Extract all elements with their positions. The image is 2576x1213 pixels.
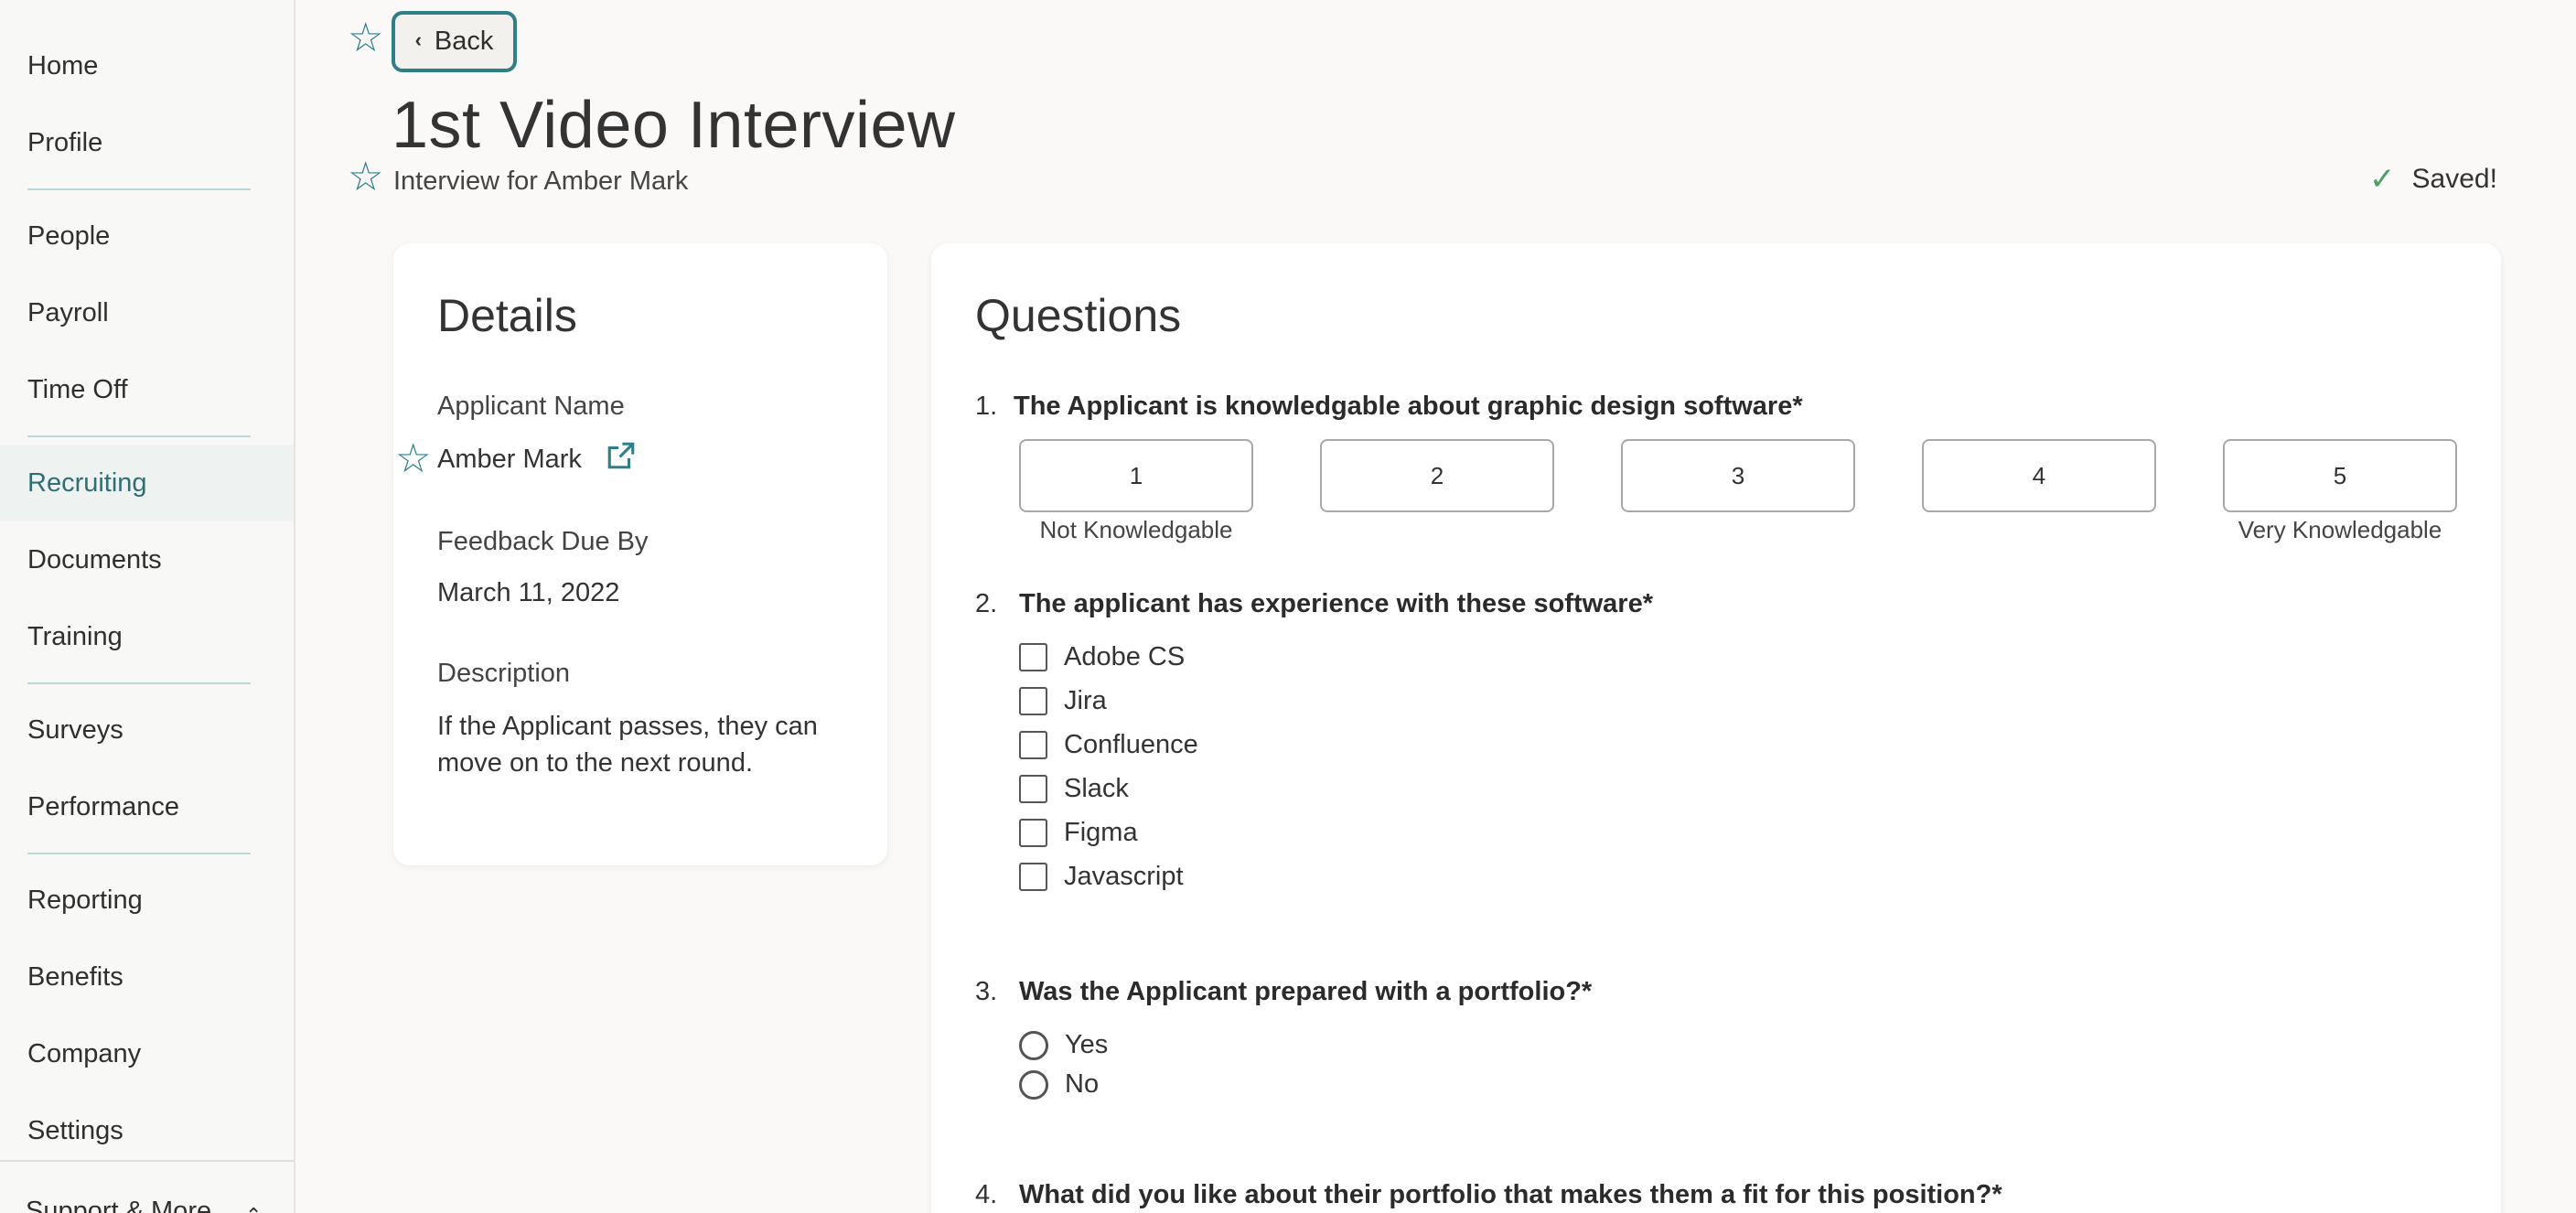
checkbox-option-adobe-cs[interactable]: Adobe CS [1019,642,1185,672]
page-subtitle: Interview for Amber Mark [393,166,689,196]
star-outline-icon: ☆ [395,435,432,482]
option-label: Javascript [1064,862,1184,891]
radio-option-yes[interactable]: Yes [1019,1030,1108,1060]
sidebar-divider [27,853,251,854]
sidebar-item-label: People [27,220,111,251]
details-title: Details [437,290,577,341]
checkbox[interactable] [1019,687,1047,715]
checkbox-option-slack[interactable]: Slack [1019,774,1129,804]
question-number: 4. [975,1180,998,1209]
option-label: Jira [1064,686,1107,715]
questions-card: Questions 1. The Applicant is knowledgab… [931,243,2501,1213]
rating-option-1[interactable]: 1 [1019,439,1253,512]
description-value: If the Applicant passes, they can move o… [437,712,818,778]
sidebar-item-label: Training [27,621,123,651]
saved-label: Saved! [2411,164,2497,194]
feedback-due-value: March 11, 2022 [437,578,620,607]
sidebar-item-performance[interactable]: Performance [0,768,294,845]
question-text: What did you like about their portfolio … [1019,1180,2002,1209]
checkbox-option-javascript[interactable]: Javascript [1019,862,1184,892]
sidebar-item-reporting[interactable]: Reporting [0,862,294,939]
question-number: 2. [975,589,998,618]
details-card: Details Applicant Name Amber Mark Feedba… [393,243,887,865]
rating-option-5[interactable]: 5 [2223,439,2457,512]
rating-option-4[interactable]: 4 [1922,439,2156,512]
feedback-due-label: Feedback Due By [437,527,649,556]
checkbox[interactable] [1019,775,1047,803]
sidebar-item-label: Company [27,1038,142,1068]
saved-status: ✓ Saved! [2369,161,2497,198]
sidebar-divider [27,682,251,684]
checkbox-option-figma[interactable]: Figma [1019,818,1138,848]
option-label: Slack [1064,774,1129,803]
option-label: Adobe CS [1064,642,1186,671]
sidebar-item-label: Recruiting [27,467,147,498]
sidebar-item-payroll[interactable]: Payroll [0,274,294,351]
applicant-name-value: Amber Mark [437,445,582,474]
sidebar-divider [27,435,251,437]
sidebar-item-time-off[interactable]: Time Off [0,351,294,428]
radio-button[interactable] [1019,1069,1048,1100]
support-more-label: Support & More [26,1197,212,1213]
question-number: 3. [975,977,998,1006]
applicant-name-label: Applicant Name [437,392,625,421]
sidebar-divider [27,188,251,190]
chevron-up-icon: ⌃ [245,1204,262,1213]
question-text: The applicant has experience with these … [1019,589,1653,618]
sidebar-item-label: Time Off [27,374,128,404]
option-label: Figma [1064,818,1138,847]
sidebar-item-label: Reporting [27,885,143,915]
checkbox[interactable] [1019,819,1047,847]
sidebar-item-settings[interactable]: Settings [0,1092,294,1169]
external-link-icon[interactable] [606,440,637,471]
checkbox[interactable] [1019,643,1047,671]
sidebar-item-label: Settings [27,1115,123,1145]
sidebar-item-documents[interactable]: Documents [0,521,294,598]
radio-option-no[interactable]: No [1019,1069,1099,1100]
question-text: The Applicant is knowledgable about grap… [1014,392,1803,421]
sidebar-item-label: Documents [27,544,162,574]
checkbox[interactable] [1019,731,1047,759]
sidebar-item-label: Performance [27,791,180,821]
question-number: 1. [975,392,998,421]
rating-option-3[interactable]: 3 [1621,439,1855,512]
sidebar-item-recruiting[interactable]: Recruiting [0,445,294,521]
star-outline-icon: ☆ [348,15,384,61]
sidebar-item-people[interactable]: People [0,198,294,274]
option-label: Yes [1065,1030,1109,1059]
description-label: Description [437,659,571,688]
sidebar: Home Profile People Payroll Time Off Rec… [0,0,295,1213]
sidebar-item-benefits[interactable]: Benefits [0,939,294,1015]
option-label: Confluence [1064,730,1198,759]
question-text: Was the Applicant prepared with a portfo… [1019,977,1593,1006]
checkbox-option-confluence[interactable]: Confluence [1019,730,1198,760]
check-icon: ✓ [2369,161,2396,198]
sidebar-item-label: Payroll [27,297,109,327]
sidebar-item-label: Home [27,50,99,81]
sidebar-item-label: Benefits [27,961,123,992]
radio-button[interactable] [1019,1030,1048,1060]
page-title: 1st Video Interview [392,89,956,162]
sidebar-item-surveys[interactable]: Surveys [0,692,294,768]
rating-option-2[interactable]: 2 [1320,439,1554,512]
sidebar-item-company[interactable]: Company [0,1015,294,1092]
rating-min-caption: Not Knowledgable [1039,516,1233,543]
option-label: No [1065,1069,1100,1099]
rating-max-caption: Very Knowledgable [2238,516,2442,543]
star-outline-icon: ☆ [348,154,384,200]
sidebar-item-label: Surveys [27,714,123,745]
back-button-label: Back [434,27,494,56]
sidebar-item-home[interactable]: Home [0,27,294,104]
chevron-left-icon: ‹ [414,27,422,51]
checkbox-option-jira[interactable]: Jira [1019,686,1107,716]
back-button[interactable]: ‹ Back [392,11,517,72]
checkbox[interactable] [1019,863,1047,891]
sidebar-item-training[interactable]: Training [0,598,294,675]
sidebar-item-label: Profile [27,127,103,157]
sidebar-item-profile[interactable]: Profile [0,104,294,181]
support-more-button[interactable]: Support & More ⌃ [0,1160,294,1213]
questions-title: Questions [975,290,1182,341]
